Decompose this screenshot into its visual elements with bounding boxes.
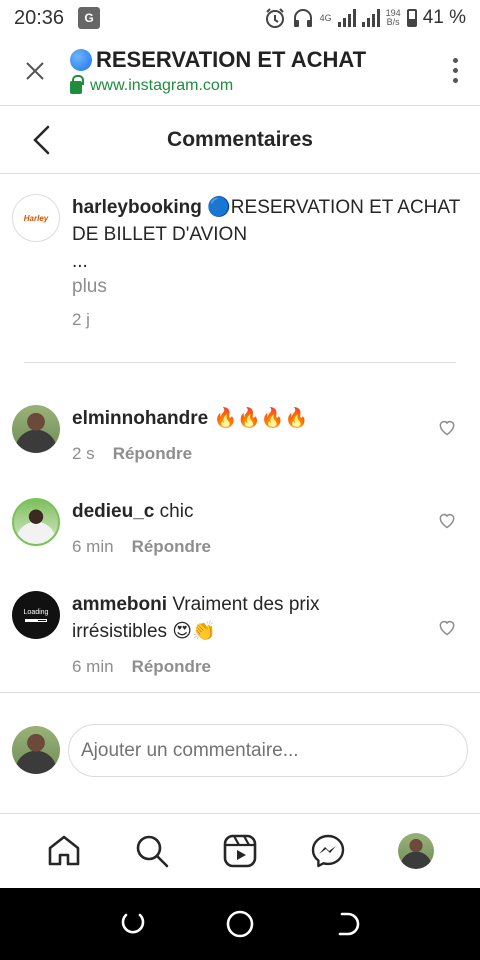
- status-bar: 20:36 G 4G 194 B/s 41 %: [0, 0, 480, 36]
- comment-meta: 6 min Répondre: [72, 533, 412, 560]
- status-time: 20:36: [14, 6, 65, 29]
- comment-username[interactable]: ammeboni: [72, 594, 167, 615]
- headphones-icon: [293, 9, 312, 27]
- signal-icon-2: [361, 9, 380, 27]
- battery-percent: 41 %: [422, 7, 466, 28]
- tab-messenger[interactable]: [304, 827, 352, 875]
- alarm-icon: [265, 8, 284, 28]
- url-block[interactable]: RESERVATION ET ACHAT www.instagram.com: [70, 47, 430, 95]
- loading-bar-icon: [25, 618, 47, 622]
- url-line: www.instagram.com: [70, 75, 430, 95]
- caption-username[interactable]: harleybooking: [72, 197, 202, 218]
- like-heart-icon[interactable]: [437, 510, 457, 530]
- comment-body: ammeboni Vraiment des prix irrésistibles…: [72, 591, 412, 680]
- comment-username[interactable]: elminnohandre: [72, 408, 208, 429]
- browser-toolbar: RESERVATION ET ACHAT www.instagram.com: [0, 36, 480, 106]
- more-options-button[interactable]: [430, 58, 480, 83]
- signal-icon: [337, 9, 356, 27]
- comments-header: Commentaires: [0, 106, 480, 174]
- avatar[interactable]: Loading: [12, 591, 60, 639]
- tab-reels[interactable]: [216, 827, 264, 875]
- network-type: 4G: [319, 12, 332, 23]
- comment-meta: 2 s Répondre: [72, 440, 412, 467]
- reply-button[interactable]: Répondre: [132, 653, 211, 680]
- network-speed: 194 B/s: [385, 8, 401, 27]
- messenger-icon: [311, 834, 345, 868]
- harley-logo: Harley: [23, 213, 49, 223]
- like-heart-icon[interactable]: [437, 417, 457, 437]
- lock-icon: [70, 75, 84, 94]
- recent-apps-icon[interactable]: [118, 909, 148, 939]
- header-title: Commentaires: [167, 127, 313, 151]
- comment-body: elminnohandre 🔥🔥🔥🔥 2 s Répondre: [72, 405, 412, 467]
- caption-ellipsis: ...: [72, 251, 88, 272]
- comment-username[interactable]: dedieu_c: [72, 501, 154, 522]
- translate-icon: G: [78, 7, 101, 29]
- back-nav-icon[interactable]: [332, 909, 362, 939]
- comment-text: 🔥🔥🔥🔥: [213, 408, 309, 429]
- back-arrow-icon[interactable]: [30, 124, 54, 156]
- caption-text: harleybooking 🔵RESERVATION ET ACHAT DE B…: [72, 194, 477, 275]
- reply-button[interactable]: Répondre: [113, 440, 192, 467]
- url-text: www.instagram.com: [90, 76, 234, 94]
- bottom-tab-bar: [0, 813, 480, 888]
- comment-age: 2 s: [72, 444, 95, 463]
- reels-icon: [223, 834, 257, 868]
- divider: [0, 692, 480, 693]
- home-circle-icon[interactable]: [225, 909, 255, 939]
- home-icon: [48, 835, 80, 866]
- comment-age: 6 min: [72, 537, 114, 556]
- reply-button[interactable]: Répondre: [132, 533, 211, 560]
- avatar-loading-text: Loading: [23, 608, 49, 616]
- system-nav-bar: [0, 888, 480, 960]
- comment-meta: 6 min Répondre: [72, 653, 412, 680]
- avatar[interactable]: Harley: [12, 194, 60, 242]
- close-tab-button[interactable]: [0, 61, 70, 81]
- close-icon: [26, 61, 44, 80]
- tab-profile[interactable]: [392, 827, 440, 875]
- comment-body: dedieu_c chic 6 min Répondre: [72, 498, 412, 560]
- caption-more-link[interactable]: plus: [72, 276, 107, 298]
- avatar[interactable]: [12, 405, 60, 453]
- search-icon: [136, 835, 169, 868]
- blue-circle-icon: [70, 48, 92, 71]
- caption-age: 2 j: [72, 310, 90, 329]
- battery-icon: [406, 9, 417, 27]
- tab-home[interactable]: [40, 827, 88, 875]
- divider: [24, 362, 456, 363]
- comment-text: chic: [159, 501, 194, 522]
- page-title: RESERVATION ET ACHAT: [70, 47, 430, 73]
- like-heart-icon[interactable]: [437, 617, 457, 637]
- comment-input[interactable]: [68, 724, 468, 777]
- post-caption: Harley harleybooking 🔵RESERVATION ET ACH…: [0, 180, 480, 362]
- comment-age: 6 min: [72, 657, 114, 676]
- avatar[interactable]: [12, 498, 60, 546]
- profile-avatar: [398, 833, 434, 869]
- avatar: [12, 726, 60, 774]
- tab-search[interactable]: [128, 827, 176, 875]
